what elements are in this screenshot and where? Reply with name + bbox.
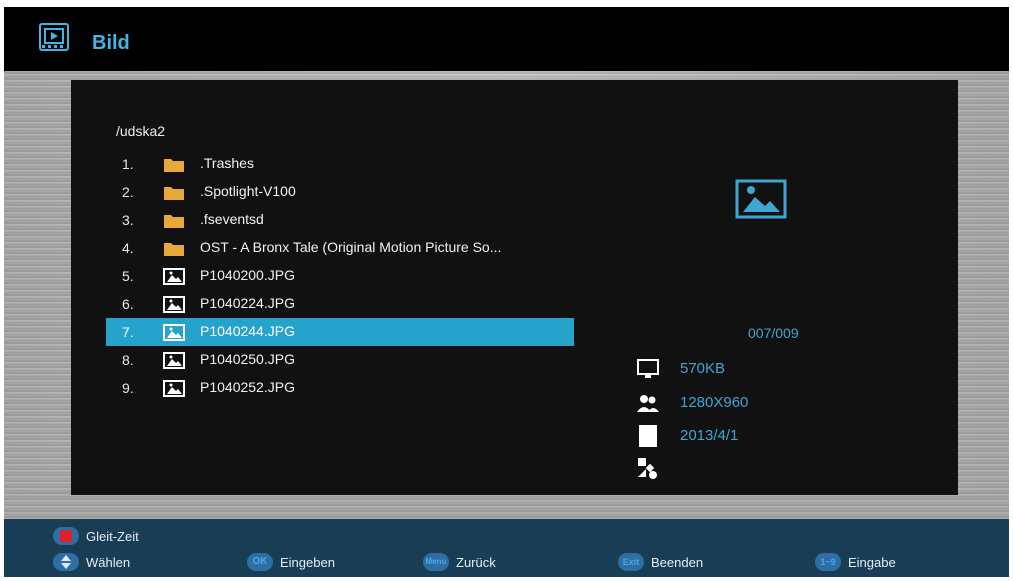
footer-bar: Gleit-Zeit Wählen OK Eingeben Menu Zurüc…: [4, 519, 1009, 577]
up-down-arrows-icon: [53, 553, 79, 571]
item-number: 3.: [122, 212, 134, 228]
people-icon: [637, 395, 659, 412]
file-date: 2013/4/1: [680, 427, 739, 444]
list-item[interactable]: 1. .Trashes: [106, 150, 574, 178]
menu-key-icon: Menu: [423, 553, 449, 571]
item-name: P1040252.JPG: [200, 379, 295, 395]
image-file-icon: [163, 296, 185, 313]
item-name: .fseventsd: [200, 211, 264, 227]
number-entry-label: Eingabe: [848, 555, 896, 570]
document-icon: [639, 425, 657, 447]
item-name: P1040200.JPG: [200, 267, 295, 283]
current-path: /udska2: [116, 123, 166, 139]
folder-icon: [164, 243, 184, 256]
item-number: 9.: [122, 380, 134, 396]
file-counter: 007/009: [748, 325, 799, 341]
header-bar: Bild: [4, 7, 1009, 71]
file-list: 1. .Trashes 2. .Spotlight-V100 3. .fseve…: [106, 150, 576, 402]
item-number: 8.: [122, 352, 134, 368]
list-item[interactable]: 2. .Spotlight-V100: [106, 178, 574, 206]
list-item[interactable]: 8. P1040250.JPG: [106, 346, 574, 374]
list-item[interactable]: 3. .fseventsd: [106, 206, 574, 234]
item-number: 7.: [122, 324, 134, 340]
image-file-icon: [163, 380, 185, 397]
exit-label: Beenden: [651, 555, 704, 570]
item-number: 1.: [122, 156, 134, 172]
ok-key-icon: OK: [247, 553, 273, 571]
image-file-icon: [163, 324, 185, 341]
shapes-icon: [638, 458, 657, 479]
monitor-icon: [637, 359, 659, 378]
item-name: P1040224.JPG: [200, 295, 295, 311]
film-icon: [39, 23, 69, 51]
slideshow-label: Gleit-Zeit: [86, 529, 139, 544]
folder-icon: [164, 159, 184, 172]
image-resolution: 1280X960: [680, 394, 749, 411]
number-key-icon: 1~9: [815, 553, 841, 571]
tv-screen: Bild /udska2 1. .Trashes 2. .Spotlight-V…: [4, 7, 1009, 577]
folder-icon: [164, 215, 184, 228]
item-number: 2.: [122, 184, 134, 200]
select-label: Wählen: [86, 555, 131, 570]
item-name: .Spotlight-V100: [200, 183, 296, 199]
exit-key-icon: Exit: [618, 553, 644, 571]
image-file-icon: [163, 268, 185, 285]
red-key-icon: [53, 527, 79, 545]
list-item[interactable]: 4. OST - A Bronx Tale (Original Motion P…: [106, 234, 574, 262]
page-title: Bild: [92, 32, 130, 54]
list-item[interactable]: 9. P1040252.JPG: [106, 374, 574, 402]
image-file-icon: [163, 352, 185, 369]
list-item[interactable]: 6. P1040224.JPG: [106, 290, 574, 318]
item-number: 6.: [122, 296, 134, 312]
item-name: .Trashes: [200, 155, 254, 171]
menu-label: Zurück: [456, 555, 496, 570]
item-name: OST - A Bronx Tale (Original Motion Pict…: [200, 239, 502, 255]
media-browser-panel: /udska2 1. .Trashes 2. .Spotlight-V100 3…: [71, 80, 958, 495]
item-number: 4.: [122, 240, 134, 256]
folder-icon: [164, 187, 184, 200]
image-preview-icon: [735, 179, 787, 219]
list-item-selected[interactable]: 7. P1040244.JPG: [106, 318, 574, 346]
file-size: 570KB: [680, 360, 726, 377]
item-number: 5.: [122, 268, 134, 284]
ok-label: Eingeben: [280, 555, 335, 570]
item-name: P1040250.JPG: [200, 351, 295, 367]
item-name: P1040244.JPG: [200, 323, 295, 339]
list-item[interactable]: 5. P1040200.JPG: [106, 262, 574, 290]
